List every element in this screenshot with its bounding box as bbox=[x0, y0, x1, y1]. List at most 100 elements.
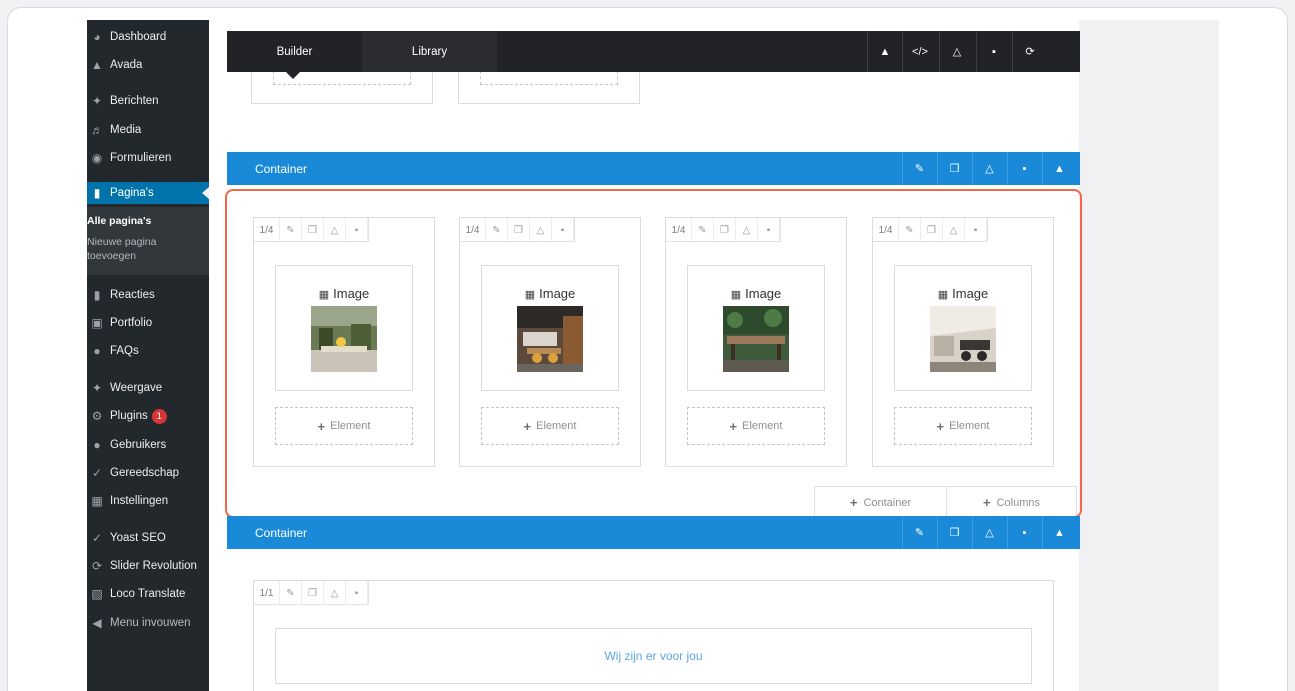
clone-column-button[interactable]: ❐ bbox=[302, 581, 324, 605]
delete-column-button[interactable]: ▪ bbox=[346, 218, 368, 242]
save-container-button[interactable]: △ bbox=[972, 152, 1006, 185]
trash-icon: ▪ bbox=[1022, 526, 1027, 539]
edit-column-button[interactable]: ✎ bbox=[486, 218, 508, 242]
sidebar-item-dashboard[interactable]: ◕ Dashboard bbox=[87, 26, 209, 48]
sidebar-item-reacties[interactable]: ▮ Reacties bbox=[87, 284, 209, 306]
sidebar-item-plugins[interactable]: ⚙ Plugins 1 bbox=[87, 405, 209, 427]
add-element-label: Element bbox=[536, 420, 577, 432]
delete-column-button[interactable]: ▪ bbox=[552, 218, 574, 242]
save-column-button[interactable]: △ bbox=[530, 218, 552, 242]
save-icon: △ bbox=[742, 224, 751, 236]
add-element-button[interactable]: + Element bbox=[687, 407, 825, 445]
clone-container-button[interactable]: ❐ bbox=[937, 152, 971, 185]
container-header[interactable]: Container ✎ ❐ △ ▪ ▲ bbox=[227, 516, 1080, 549]
image-element[interactable]: ▦ Image bbox=[687, 265, 825, 391]
sidebar-item-media[interactable]: ♬ Media bbox=[87, 119, 209, 141]
clone-icon: ❐ bbox=[514, 224, 523, 236]
clone-column-button[interactable]: ❐ bbox=[508, 218, 530, 242]
clone-column-button[interactable]: ❐ bbox=[302, 218, 324, 242]
sidebar-item-label: Yoast SEO bbox=[110, 532, 166, 544]
save-column-button[interactable]: △ bbox=[324, 581, 346, 605]
sidebar-item-instellingen[interactable]: ▦ Instellingen bbox=[87, 490, 209, 512]
sidebar-item-berichten[interactable]: ✦ Berichten bbox=[87, 90, 209, 112]
sidebar-item-loco-translate[interactable]: ▧ Loco Translate bbox=[87, 583, 209, 605]
add-element-label: Element bbox=[742, 420, 783, 432]
delete-container-button[interactable]: ▪ bbox=[1007, 516, 1041, 549]
add-element-button[interactable]: + Element bbox=[894, 407, 1032, 445]
sidebar-item-formulieren[interactable]: ◉ Formulieren bbox=[87, 147, 209, 169]
edit-column-button[interactable]: ✎ bbox=[692, 218, 714, 242]
toggle-container-button[interactable]: ▲ bbox=[1042, 152, 1076, 185]
save-button[interactable]: △ bbox=[939, 31, 974, 72]
column-toolbar: 1/4 ✎ ❐ △ ▪ bbox=[873, 218, 988, 242]
edit-column-button[interactable]: ✎ bbox=[280, 581, 302, 605]
delete-column-button[interactable]: ▪ bbox=[965, 218, 987, 242]
tab-builder[interactable]: Builder bbox=[227, 31, 362, 79]
clone-column-button[interactable]: ❐ bbox=[921, 218, 943, 242]
media-icon: ♬ bbox=[91, 123, 103, 137]
code-icon: </> bbox=[912, 45, 928, 58]
add-columns-button[interactable]: + Columns bbox=[946, 486, 1077, 519]
sidebar-item-menu-invouwen[interactable]: ◀ Menu invouwen bbox=[87, 612, 209, 634]
edit-column-button[interactable]: ✎ bbox=[280, 218, 302, 242]
edit-icon: ✎ bbox=[698, 224, 707, 236]
yoast-icon: ✓ bbox=[91, 531, 103, 545]
collapse-icon: ▲ bbox=[1054, 162, 1065, 175]
edit-column-button[interactable]: ✎ bbox=[899, 218, 921, 242]
text-element[interactable]: Wij zijn er voor jou bbox=[275, 628, 1032, 684]
image-element[interactable]: ▦ Image bbox=[481, 265, 619, 391]
sidebar-item-label: Gereedschap bbox=[110, 467, 180, 479]
sidebar-item-paginas[interactable]: ▮ Pagina's bbox=[87, 182, 209, 204]
delete-container-button[interactable]: ▪ bbox=[1007, 152, 1041, 185]
sidebar-item-slider-revolution[interactable]: ⟳ Slider Revolution bbox=[87, 555, 209, 577]
save-column-button[interactable]: △ bbox=[736, 218, 758, 242]
image-element-label: Image bbox=[333, 286, 370, 301]
sidebar-item-weergave[interactable]: ✦ Weergave bbox=[87, 377, 209, 399]
add-element-label: Element bbox=[330, 420, 371, 432]
sidebar-item-gebruikers[interactable]: ● Gebruikers bbox=[87, 434, 209, 456]
image-element[interactable]: ▦ Image bbox=[894, 265, 1032, 391]
sidebar-item-avada[interactable]: ▲ Avada bbox=[87, 54, 209, 76]
avada-icon: ▲ bbox=[91, 58, 103, 72]
delete-column-button[interactable]: ▪ bbox=[346, 581, 368, 605]
sidebar-item-faqs[interactable]: ● FAQs bbox=[87, 340, 209, 362]
save-column-button[interactable]: △ bbox=[324, 218, 346, 242]
history-icon: ⟳ bbox=[1025, 46, 1035, 58]
toggle-container-button[interactable]: ▲ bbox=[1042, 516, 1076, 549]
save-column-button[interactable]: △ bbox=[943, 218, 965, 242]
code-button[interactable]: </> bbox=[902, 31, 937, 72]
image-thumbnail bbox=[311, 306, 377, 372]
users-icon: ● bbox=[93, 438, 101, 452]
clone-column-button[interactable]: ❐ bbox=[714, 218, 736, 242]
clone-icon: ❐ bbox=[949, 527, 960, 539]
plus-icon: + bbox=[729, 418, 738, 434]
submenu-all-pages[interactable]: Alle pagina's bbox=[87, 214, 151, 228]
add-element-button[interactable]: + Element bbox=[481, 407, 619, 445]
delete-column-button[interactable]: ▪ bbox=[758, 218, 780, 242]
edit-icon: ✎ bbox=[286, 224, 295, 236]
column-size: 1/1 bbox=[254, 581, 280, 605]
sidebar-item-portfolio[interactable]: ▣ Portfolio bbox=[87, 312, 209, 334]
builder-toolbar: Builder Library ▲ </> △ ▪ ⟳ bbox=[227, 31, 1080, 79]
delete-button[interactable]: ▪ bbox=[976, 31, 1011, 72]
column-toolbar: 1/4 ✎ ❐ △ ▪ bbox=[666, 218, 781, 242]
save-container-button[interactable]: △ bbox=[972, 516, 1006, 549]
column: 1/4 ✎ ❐ △ ▪ ▦ Image + Element bbox=[665, 217, 847, 467]
history-button[interactable]: ⟳ bbox=[1012, 31, 1047, 72]
tab-library[interactable]: Library bbox=[362, 31, 497, 72]
add-element-button[interactable]: + Element bbox=[275, 407, 413, 445]
clone-container-button[interactable]: ❐ bbox=[937, 516, 971, 549]
edit-icon: ✎ bbox=[905, 224, 914, 236]
portfolio-icon: ▣ bbox=[91, 316, 103, 330]
add-container-button[interactable]: + Container bbox=[814, 486, 947, 519]
edit-container-button[interactable]: ✎ bbox=[902, 152, 936, 185]
submenu-new-page[interactable]: Nieuwe pagina toevoegen bbox=[87, 235, 156, 263]
container-header[interactable]: Container ✎ ❐ △ ▪ ▲ bbox=[227, 152, 1080, 185]
collapse-menu-icon: ◀ bbox=[92, 616, 102, 630]
edit-container-button[interactable]: ✎ bbox=[902, 516, 936, 549]
image-element[interactable]: ▦ Image bbox=[275, 265, 413, 391]
collapse-button[interactable]: ▲ bbox=[867, 31, 902, 72]
sidebar-item-gereedschap[interactable]: ✓ Gereedschap bbox=[87, 462, 209, 484]
sidebar-item-yoast-seo[interactable]: ✓ Yoast SEO bbox=[87, 527, 209, 549]
brush-icon: ✦ bbox=[91, 381, 103, 395]
